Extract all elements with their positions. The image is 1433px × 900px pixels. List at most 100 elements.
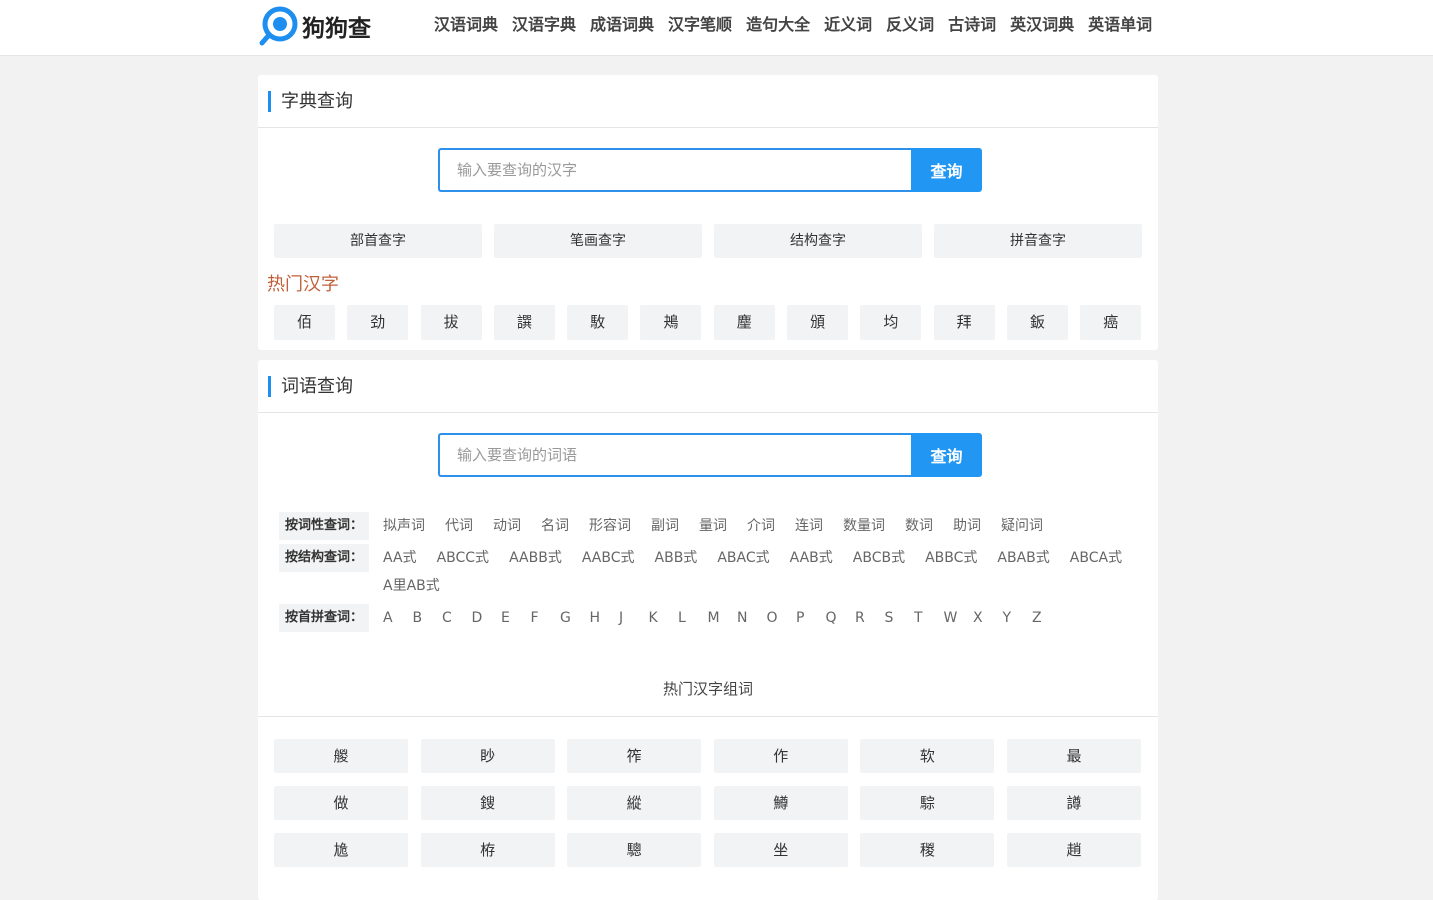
initial-letter-link[interactable]: W <box>944 604 974 632</box>
initial-letter-link[interactable]: T <box>914 604 944 632</box>
hot-word-char-button[interactable]: 趙 <box>1006 833 1141 867</box>
pos-filter-link[interactable]: 助词 <box>953 512 981 540</box>
structure-filter-link[interactable]: ABAC式 <box>717 544 769 572</box>
structure-filter-link[interactable]: ABB式 <box>655 544 698 572</box>
initial-letter-link[interactable]: P <box>796 604 826 632</box>
pos-filter-link[interactable]: 形容词 <box>589 512 631 540</box>
structure-filter-link[interactable]: ABAB式 <box>997 544 1049 572</box>
initial-letter-link[interactable]: H <box>590 604 620 632</box>
structure-filter-link[interactable]: ABCB式 <box>853 544 905 572</box>
initial-letter-link[interactable]: M <box>708 604 738 632</box>
structure-filter-link[interactable]: A里AB式 <box>383 572 440 600</box>
pos-filter-link[interactable]: 动词 <box>493 512 521 540</box>
pos-filter-link[interactable]: 介词 <box>747 512 775 540</box>
hot-word-char-button[interactable]: 驄 <box>567 833 702 867</box>
char-search-input[interactable] <box>438 148 911 192</box>
hot-char-button[interactable]: 麈 <box>713 305 775 340</box>
hot-char-button[interactable]: 癌 <box>1080 305 1142 340</box>
pos-filter-link[interactable]: 疑问词 <box>1001 512 1043 540</box>
initial-letter-link[interactable]: C <box>442 604 472 632</box>
nav-link[interactable]: 英汉词典 <box>1010 13 1074 37</box>
hot-char-button[interactable]: 譔 <box>493 305 555 340</box>
nav-link[interactable]: 汉字笔顺 <box>668 13 732 37</box>
hot-word-char-button[interactable]: 坐 <box>713 833 848 867</box>
word-search-button[interactable]: 查询 <box>911 433 982 477</box>
char-search-button[interactable]: 查询 <box>911 148 982 192</box>
radical-lookup-button[interactable]: 部首查字 <box>274 224 482 258</box>
initial-letter-link[interactable]: N <box>737 604 767 632</box>
structure-filter-link[interactable]: AABB式 <box>509 544 562 572</box>
structure-lookup-button[interactable]: 结构查字 <box>714 224 922 258</box>
hot-word-char-button[interactable]: 最 <box>1006 739 1141 773</box>
hot-word-char-button[interactable]: 鎪 <box>420 786 555 820</box>
nav-link[interactable]: 汉语词典 <box>434 13 498 37</box>
nav-link[interactable]: 古诗词 <box>948 13 996 37</box>
hot-word-char-button[interactable]: 做 <box>274 786 408 820</box>
hot-word-char-button[interactable]: 软 <box>860 739 995 773</box>
hot-char-button[interactable]: 佰 <box>274 305 335 340</box>
pos-filter-link[interactable]: 名词 <box>541 512 569 540</box>
hot-char-button[interactable]: 拔 <box>420 305 482 340</box>
structure-filter-link[interactable]: AAB式 <box>790 544 833 572</box>
pos-filter-link[interactable]: 量词 <box>699 512 727 540</box>
hot-char-button[interactable]: 鴂 <box>640 305 702 340</box>
pos-filter-link[interactable]: 连词 <box>795 512 823 540</box>
hot-word-char-button[interactable]: 尯 <box>274 833 408 867</box>
structure-filter-list: AA式 ABCC式 AABB式 AABC式 ABB式 ABAC式 AAB式 ABCB式 ABBC… <box>383 544 1143 600</box>
structure-filter-link[interactable]: ABCA式 <box>1070 544 1122 572</box>
initial-letter-link[interactable]: Y <box>1003 604 1033 632</box>
initial-letter-link[interactable]: F <box>531 604 561 632</box>
hot-word-char-button[interactable]: 鱒 <box>713 786 848 820</box>
hot-char-button[interactable]: 鈑 <box>1006 305 1068 340</box>
initial-letter-link[interactable]: R <box>855 604 885 632</box>
initial-letter-link[interactable]: A <box>383 604 413 632</box>
hot-char-button[interactable]: 均 <box>860 305 922 340</box>
lookup-mode-buttons: 部首查字 笔画查字 结构查字 拼音查字 <box>274 224 1154 258</box>
initial-letter-link[interactable]: K <box>649 604 679 632</box>
initial-letter-link[interactable]: D <box>472 604 502 632</box>
initial-letter-link[interactable]: B <box>413 604 443 632</box>
hot-word-char-button[interactable]: 作 <box>713 739 848 773</box>
hot-word-char-button[interactable]: 騌 <box>860 786 995 820</box>
initial-letter-link[interactable]: G <box>560 604 590 632</box>
nav-link[interactable]: 反义词 <box>886 13 934 37</box>
hot-char-button[interactable]: 拜 <box>933 305 995 340</box>
initial-letter-link[interactable]: Q <box>826 604 856 632</box>
pos-filter-link[interactable]: 副词 <box>651 512 679 540</box>
pos-filter-link[interactable]: 数词 <box>905 512 933 540</box>
hot-word-char-button[interactable]: 譐 <box>1006 786 1141 820</box>
structure-filter-link[interactable]: AA式 <box>383 544 417 572</box>
hot-word-char-button[interactable]: 縱 <box>567 786 702 820</box>
pos-filter-link[interactable]: 代词 <box>445 512 473 540</box>
structure-filter-link[interactable]: AABC式 <box>582 544 635 572</box>
hot-word-char-button[interactable]: 筰 <box>567 739 702 773</box>
word-search-input[interactable] <box>438 433 911 477</box>
initial-letter-link[interactable]: O <box>767 604 797 632</box>
magnifier-logo-icon <box>259 5 301 47</box>
initial-letter-link[interactable]: L <box>678 604 708 632</box>
nav-link[interactable]: 汉语字典 <box>512 13 576 37</box>
structure-filter-link[interactable]: ABCC式 <box>437 544 490 572</box>
initial-letter-link[interactable]: E <box>501 604 531 632</box>
site-logo[interactable]: 狗狗查 <box>259 5 371 47</box>
nav-link[interactable]: 英语单词 <box>1088 13 1152 37</box>
hot-char-button[interactable]: 頒 <box>787 305 849 340</box>
stroke-lookup-button[interactable]: 笔画查字 <box>494 224 702 258</box>
hot-char-button[interactable]: 駇 <box>567 305 629 340</box>
initial-letter-link[interactable]: X <box>973 604 1003 632</box>
initial-letter-link[interactable]: S <box>885 604 915 632</box>
initial-letter-link[interactable]: Z <box>1032 604 1062 632</box>
hot-word-char-button[interactable]: 艐 <box>274 739 408 773</box>
initial-letter-link[interactable]: J <box>619 604 649 632</box>
nav-link[interactable]: 近义词 <box>824 13 872 37</box>
pos-filter-link[interactable]: 数量词 <box>843 512 885 540</box>
nav-link[interactable]: 造句大全 <box>746 13 810 37</box>
pinyin-lookup-button[interactable]: 拼音查字 <box>934 224 1142 258</box>
hot-char-button[interactable]: 劲 <box>347 305 409 340</box>
structure-filter-link[interactable]: ABBC式 <box>925 544 977 572</box>
hot-word-char-button[interactable]: 栫 <box>420 833 555 867</box>
hot-word-char-button[interactable]: 稯 <box>860 833 995 867</box>
nav-link[interactable]: 成语词典 <box>590 13 654 37</box>
pos-filter-link[interactable]: 拟声词 <box>383 512 425 540</box>
hot-word-char-button[interactable]: 眇 <box>420 739 555 773</box>
